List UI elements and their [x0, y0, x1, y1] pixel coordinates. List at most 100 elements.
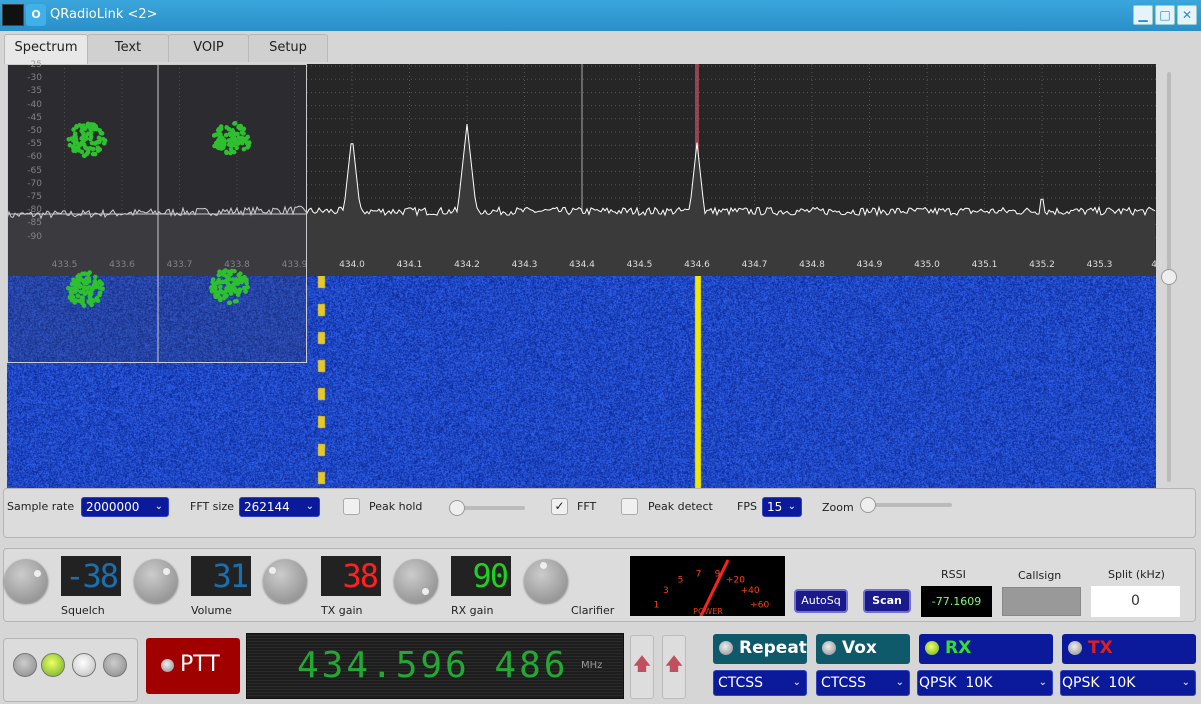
- constellation-point: [99, 281, 105, 287]
- meter-scale-label: 7: [696, 570, 702, 580]
- freq-axis-label: 434.9: [856, 260, 883, 270]
- split-input[interactable]: 0: [1091, 586, 1180, 617]
- constellation-point: [92, 278, 98, 284]
- maximize-button[interactable]: □: [1155, 5, 1175, 25]
- constellation-point: [237, 287, 243, 292]
- constellation-point: [72, 133, 78, 139]
- peak-hold-checkbox[interactable]: [343, 498, 360, 515]
- window-menu-icon[interactable]: O: [26, 4, 46, 26]
- vox-button[interactable]: Vox: [816, 634, 910, 664]
- status-led-4: [103, 653, 127, 677]
- constellation-point: [226, 138, 232, 143]
- vox-led-icon: [822, 641, 836, 655]
- rx-mode-value: QPSK 10K: [919, 675, 993, 691]
- constellation-point: [218, 132, 223, 137]
- constellation-point: [243, 136, 249, 142]
- repeat-tone-select[interactable]: CTCSS ⌄: [713, 670, 807, 696]
- constellation-point: [79, 140, 85, 146]
- fft-size-select[interactable]: 262144 ⌄: [239, 497, 320, 517]
- constellation-point: [92, 151, 98, 157]
- zoom-slider[interactable]: [860, 496, 952, 514]
- repeat-button[interactable]: Repeat: [713, 634, 807, 664]
- constellation-point: [87, 146, 93, 151]
- clarifier-knob[interactable]: [524, 559, 568, 603]
- constellation-point: [80, 271, 85, 277]
- minimize-button[interactable]: ▁: [1133, 5, 1153, 25]
- constellation-point: [218, 126, 224, 132]
- tune-up-button[interactable]: 🡅: [630, 635, 654, 699]
- constellation-point: [215, 144, 221, 150]
- constellation-overlay: [7, 64, 307, 363]
- constellation-point: [85, 131, 91, 137]
- constellation-point: [73, 145, 79, 151]
- sample-rate-select[interactable]: 2000000 ⌄: [81, 497, 169, 517]
- constellation-point: [89, 302, 94, 308]
- tab-setup[interactable]: Setup: [248, 34, 328, 62]
- constellation-point: [224, 149, 229, 155]
- peak-hold-label: Peak hold: [369, 500, 423, 513]
- rssi-label: RSSI: [941, 568, 966, 581]
- peak-detect-label: Peak detect: [648, 500, 713, 513]
- rx-button[interactable]: RX: [919, 634, 1053, 664]
- rx-mode-select[interactable]: QPSK 10K ⌄: [917, 670, 1053, 696]
- constellation-point: [89, 140, 95, 146]
- rx-gain-knob[interactable]: [394, 559, 438, 603]
- tab-voip[interactable]: VOIP: [168, 34, 249, 62]
- fps-select[interactable]: 15 ⌄: [762, 497, 802, 517]
- constellation-point: [239, 140, 245, 146]
- chevron-down-icon: ⌄: [154, 501, 163, 512]
- spectrum-vertical-slider[interactable]: [1160, 66, 1178, 488]
- ptt-led-icon: [161, 659, 174, 672]
- tx-label: TX: [1088, 638, 1113, 658]
- rx-gain-label: RX gain: [451, 604, 494, 617]
- tab-spectrum[interactable]: Spectrum: [4, 34, 88, 64]
- constellation-point: [232, 120, 238, 126]
- volume-knob[interactable]: [134, 559, 178, 603]
- constellation-point: [85, 272, 91, 277]
- constellation-point: [73, 140, 79, 146]
- autosq-button[interactable]: AutoSq: [794, 589, 848, 613]
- fft-checkbox[interactable]: ✓: [551, 498, 568, 515]
- sample-rate-label: Sample rate: [7, 500, 75, 513]
- tab-text[interactable]: Text: [87, 34, 169, 62]
- chevron-down-icon: ⌄: [1181, 677, 1190, 688]
- volume-display: 31: [191, 556, 251, 596]
- constellation-point: [86, 285, 92, 290]
- scan-button[interactable]: Scan: [863, 589, 911, 613]
- status-led-2: [41, 653, 65, 677]
- constellation-point: [217, 269, 222, 275]
- constellation-point: [224, 293, 229, 299]
- chevron-down-icon: ⌄: [895, 677, 904, 688]
- constellation-point: [97, 128, 103, 133]
- tx-mode-select[interactable]: QPSK 10K ⌄: [1060, 670, 1196, 696]
- meter-scale-label: +20: [726, 575, 745, 585]
- constellation-point: [81, 123, 86, 128]
- constellation-point: [241, 131, 246, 136]
- tx-gain-knob[interactable]: [263, 559, 307, 603]
- meter-scale-label: 3: [663, 586, 669, 596]
- frequency-display[interactable]: 434.596 486 MHz: [246, 633, 624, 699]
- meter-scale-label: +40: [741, 586, 760, 596]
- constellation-point: [75, 293, 81, 299]
- tx-mode-value: QPSK 10K: [1062, 675, 1136, 691]
- constellation-point: [232, 137, 237, 142]
- freq-axis-label: 434.5: [626, 260, 653, 270]
- vox-tone-select[interactable]: CTCSS ⌄: [816, 670, 910, 696]
- step-up-button[interactable]: 🡅: [662, 635, 686, 699]
- squelch-knob[interactable]: [4, 559, 48, 603]
- peak-detect-checkbox[interactable]: [621, 498, 638, 515]
- status-led-1: [13, 653, 37, 677]
- close-button[interactable]: ✕: [1177, 5, 1197, 25]
- freq-axis-label: 434.6: [684, 260, 710, 270]
- ptt-button[interactable]: PTT: [146, 638, 240, 694]
- constellation-point: [229, 268, 235, 274]
- constellation-point: [69, 297, 75, 303]
- peak-hold-slider[interactable]: [449, 499, 525, 517]
- constellation-point: [95, 140, 101, 145]
- constellation-point: [93, 274, 98, 280]
- tx-button[interactable]: TX: [1062, 634, 1196, 664]
- constellation-point: [234, 145, 240, 151]
- constellation-point: [102, 138, 108, 143]
- constellation-point: [222, 139, 228, 144]
- title-bar: O QRadioLink <2> ▁ □ ✕: [0, 0, 1201, 31]
